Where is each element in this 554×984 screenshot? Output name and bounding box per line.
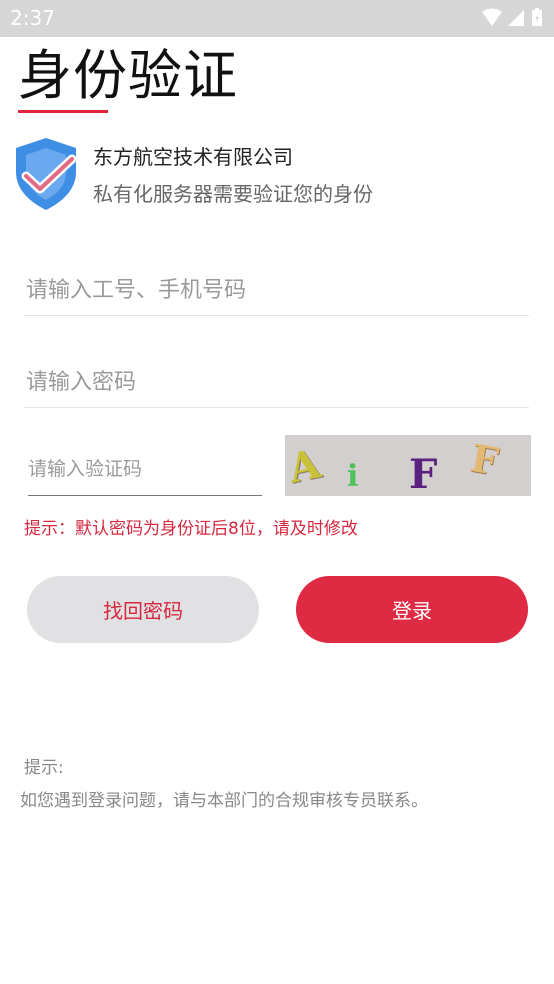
captcha-char: A <box>285 440 325 493</box>
status-icons <box>480 8 546 28</box>
shield-check-icon <box>14 136 78 212</box>
status-time: 2:37 <box>10 6 55 30</box>
captcha-image[interactable]: A i F F <box>285 435 531 496</box>
status-bar: 2:37 <box>0 0 554 37</box>
page-title: 身份验证 <box>18 44 238 107</box>
login-button[interactable]: 登录 <box>296 576 528 643</box>
captcha-input[interactable] <box>28 443 262 495</box>
captcha-char: F <box>467 435 502 485</box>
title-underline <box>18 110 108 113</box>
recover-password-button[interactable]: 找回密码 <box>27 576 259 643</box>
signal-icon <box>508 10 524 26</box>
verify-subtitle: 私有化服务器需要验证您的身份 <box>93 182 373 206</box>
captcha-char: i <box>347 459 359 494</box>
password-hint: 提示：默认密码为身份证后8位，请及时修改 <box>24 519 358 539</box>
captcha-field[interactable] <box>28 443 262 496</box>
note-body: 如您遇到登录问题，请与本部门的合规审核专员联系。 <box>20 791 428 811</box>
username-field[interactable] <box>24 265 533 316</box>
password-field[interactable] <box>24 357 533 408</box>
captcha-char: F <box>409 451 438 496</box>
company-name: 东方航空技术有限公司 <box>93 145 293 169</box>
wifi-icon <box>482 8 502 26</box>
note-title: 提示: <box>24 758 64 778</box>
password-input[interactable] <box>24 357 533 407</box>
username-input[interactable] <box>24 265 533 315</box>
battery-icon <box>532 8 542 26</box>
